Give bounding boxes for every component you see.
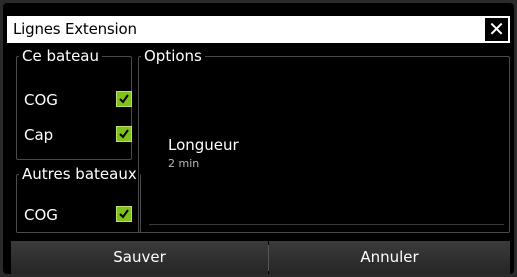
ce-bateau-cog-label: COG (24, 91, 58, 109)
autres-bateaux-cog-checkbox[interactable] (116, 206, 132, 222)
autres-bateaux-legend: Autres bateaux (22, 165, 137, 183)
check-icon (119, 129, 129, 139)
longueur-label: Longueur (168, 136, 239, 154)
save-button[interactable]: Sauver (11, 241, 268, 274)
autres-bateaux-cog-row[interactable]: COG (24, 202, 134, 228)
close-icon: ✕ (488, 17, 505, 41)
options-divider (149, 224, 504, 225)
check-icon (119, 94, 129, 104)
check-icon (119, 209, 129, 219)
footer-bar: Sauver Annuler (7, 241, 510, 274)
dialog: Lignes Extension ✕ Ce bateau COG Cap Aut… (3, 3, 514, 274)
ce-bateau-cap-label: Cap (24, 126, 54, 144)
dialog-title: Lignes Extension (13, 20, 137, 38)
ce-bateau-legend: Ce bateau (22, 47, 99, 65)
ce-bateau-cap-checkbox[interactable] (116, 126, 132, 142)
close-button[interactable]: ✕ (485, 18, 508, 41)
options-legend: Options (144, 47, 202, 65)
autres-bateaux-cog-label: COG (24, 206, 58, 224)
title-bar: Lignes Extension ✕ (7, 16, 510, 43)
ce-bateau-cog-row[interactable]: COG (24, 87, 134, 113)
ce-bateau-cap-row[interactable]: Cap (24, 122, 134, 148)
ce-bateau-cog-checkbox[interactable] (116, 91, 132, 107)
longueur-value: 2 min (168, 157, 200, 170)
cancel-button[interactable]: Annuler (269, 241, 510, 274)
